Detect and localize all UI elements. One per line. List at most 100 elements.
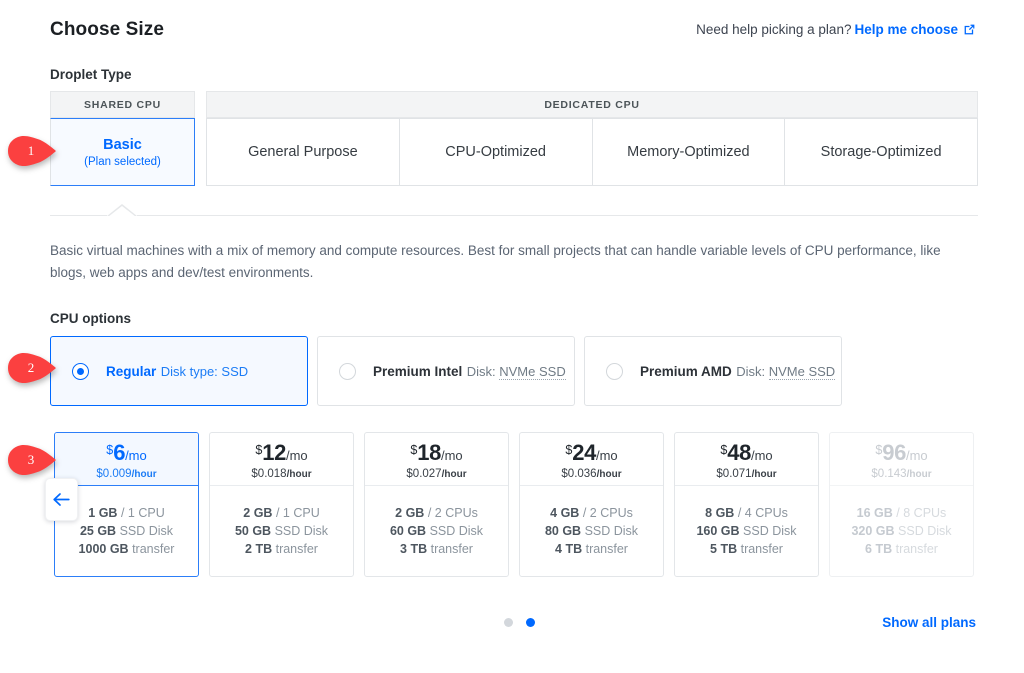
tab-basic-sublabel: (Plan selected) xyxy=(84,155,161,168)
plan-card-48-disk-label: SSD Disk xyxy=(743,524,797,538)
plan-card-18-disk-label: SSD Disk xyxy=(429,524,484,538)
plan-card-48-disk-line: 160 GB SSD Disk xyxy=(696,524,796,538)
plan-card-24-transfer: 4 TB xyxy=(555,542,583,556)
cpu-option-premium-amd-disk-prefix: Disk: xyxy=(736,363,766,379)
page-title: Choose Size xyxy=(50,19,165,40)
shared-cpu-tab-row: Basic (Plan selected) xyxy=(50,118,195,186)
plan-card-96[interactable]: $96/mo $0.143/hour 16 GB / 8 CPUs 320 GB… xyxy=(829,432,974,577)
divider-line-right xyxy=(137,215,978,216)
plan-card-96-hourly: $0.143/hour xyxy=(871,468,931,480)
tab-basic-label: Basic xyxy=(103,136,142,153)
plan-card-48-amount: 48 xyxy=(727,440,751,465)
plan-card-48-transfer-label: transfer xyxy=(740,542,783,556)
cpu-option-regular[interactable]: Regular Disk type: SSD xyxy=(50,336,308,406)
plan-card-12-hourly-price: $0.018 xyxy=(251,468,287,480)
plan-card-12-transfer: 2 TB xyxy=(245,542,273,556)
tab-general-purpose[interactable]: General Purpose xyxy=(206,118,400,186)
carousel-prev-button[interactable] xyxy=(45,478,78,521)
plan-card-18-hourly-unit: /hour xyxy=(441,469,467,480)
droplet-type-description: Basic virtual machines with a mix of mem… xyxy=(50,243,941,280)
plan-card-48-memory-cpu: 8 GB / 4 CPUs xyxy=(705,506,788,520)
tab-memory-optimized[interactable]: Memory-Optimized xyxy=(592,118,786,186)
cpu-option-premium-intel-text: Premium Intel Disk: NVMe SSD xyxy=(373,362,566,381)
plan-card-24-disk-label: SSD Disk xyxy=(584,524,639,538)
radio-premium-amd[interactable] xyxy=(606,362,623,380)
plan-card-96-hourly-price: $0.143 xyxy=(871,468,907,480)
cpu-option-regular-disk-prefix: Disk type: xyxy=(160,363,218,379)
plan-card-18-price: $18/mo xyxy=(410,438,462,468)
droplet-type-tabs: SHARED CPU Basic (Plan selected) DEDICAT… xyxy=(50,91,978,186)
plan-card-24-body: 4 GB / 2 CPUs 80 GB SSD Disk 4 TB transf… xyxy=(520,486,663,576)
cpu-option-premium-amd[interactable]: Premium AMD Disk: NVMe SSD xyxy=(584,336,842,406)
annotation-pin-2: 2 xyxy=(6,351,62,385)
plan-card-48-hourly: $0.071/hour xyxy=(716,468,776,480)
plan-card-12[interactable]: $12/mo $0.018/hour 2 GB / 1 CPU 50 GB SS… xyxy=(209,432,354,577)
annotation-pin-2-number: 2 xyxy=(27,360,35,375)
cpu-options-row: Regular Disk type: SSD Premium Intel Dis… xyxy=(50,336,842,406)
plan-card-18[interactable]: $18/mo $0.027/hour 2 GB / 2 CPUs 60 GB S… xyxy=(364,432,509,577)
radio-regular[interactable] xyxy=(72,362,89,380)
tab-group-shared-cpu: SHARED CPU Basic (Plan selected) xyxy=(50,91,195,186)
plan-card-48-period: /mo xyxy=(750,448,773,463)
plan-card-18-hourly-price: $0.027 xyxy=(406,468,442,480)
tab-group-dedicated-cpu: DEDICATED CPU General Purpose CPU-Optimi… xyxy=(206,91,978,186)
plan-card-6-amount: 6 xyxy=(113,440,126,465)
plan-card-48-transfer: 5 TB xyxy=(710,542,738,556)
cpu-option-premium-intel-disk-prefix: Disk: xyxy=(466,363,496,379)
cpu-option-premium-amd-disk: Disk: NVMe SSD xyxy=(736,363,836,380)
plan-card-48-disk: 160 GB xyxy=(696,524,740,538)
plan-card-24-transfer-label: transfer xyxy=(585,542,628,556)
plan-card-96-transfer: 6 TB xyxy=(865,542,893,556)
plan-card-6-transfer: 1000 GB xyxy=(78,542,129,556)
plan-card-24-hourly-price: $0.036 xyxy=(561,468,597,480)
plan-card-96-disk-label: SSD Disk xyxy=(898,524,952,538)
annotation-pin-1-number: 1 xyxy=(27,143,35,158)
plan-card-12-disk: 50 GB xyxy=(234,524,272,538)
help-question-text: Need help picking a plan? xyxy=(696,22,852,37)
plan-card-12-memory-cpu: 2 GB / 1 CPU xyxy=(243,506,319,520)
show-all-plans-link[interactable]: Show all plans xyxy=(882,615,976,630)
plan-card-18-disk-line: 60 GB SSD Disk xyxy=(390,524,483,538)
help-me-choose-link[interactable]: Help me choose xyxy=(854,22,958,37)
plan-card-24-memory: 4 GB xyxy=(550,506,580,520)
carousel-pagination-dots xyxy=(504,618,535,627)
tab-storage-optimized[interactable]: Storage-Optimized xyxy=(785,118,978,186)
plan-card-24-hourly: $0.036/hour xyxy=(561,468,621,480)
cpu-option-regular-name: Regular xyxy=(106,363,157,379)
plan-card-48[interactable]: $48/mo $0.071/hour 8 GB / 4 CPUs 160 GB … xyxy=(674,432,819,577)
plan-card-18-head: $18/mo $0.027/hour xyxy=(365,433,508,486)
carousel-dot-1[interactable] xyxy=(504,618,513,627)
tab-general-purpose-label: General Purpose xyxy=(248,144,358,160)
cpu-option-premium-amd-name: Premium AMD xyxy=(640,363,732,379)
arrow-left-icon xyxy=(52,492,71,507)
plan-card-48-transfer-line: 5 TB transfer xyxy=(710,542,783,556)
notch-triangle-fill xyxy=(108,206,136,217)
plan-card-24-transfer-line: 4 TB transfer xyxy=(555,542,628,556)
plan-card-6-disk: 25 GB xyxy=(79,524,117,538)
tab-basic[interactable]: Basic (Plan selected) xyxy=(50,118,195,186)
plan-card-48-body: 8 GB / 4 CPUs 160 GB SSD Disk 5 TB trans… xyxy=(675,486,818,576)
plan-card-96-amount: 96 xyxy=(882,440,906,465)
plan-card-48-hourly-price: $0.071 xyxy=(716,468,752,480)
help-picking-plan: Need help picking a plan? Help me choose xyxy=(696,22,976,37)
plan-card-12-head: $12/mo $0.018/hour xyxy=(210,433,353,486)
plan-card-96-disk: 320 GB xyxy=(851,524,895,538)
cpu-option-premium-amd-text: Premium AMD Disk: NVMe SSD xyxy=(640,362,836,381)
droplet-type-label: Droplet Type xyxy=(50,67,132,82)
radio-premium-intel[interactable] xyxy=(339,362,356,380)
plan-card-48-hourly-unit: /hour xyxy=(751,469,777,480)
carousel-dot-2[interactable] xyxy=(526,618,535,627)
plan-card-96-disk-line: 320 GB SSD Disk xyxy=(851,524,951,538)
tab-cpu-optimized-label: CPU-Optimized xyxy=(445,144,546,160)
plan-card-24-hourly-unit: /hour xyxy=(596,469,622,480)
plan-card-96-head: $96/mo $0.143/hour xyxy=(830,433,973,486)
plan-card-6-price: $6/mo xyxy=(106,438,146,468)
plan-card-24[interactable]: $24/mo $0.036/hour 4 GB / 2 CPUs 80 GB S… xyxy=(519,432,664,577)
plan-card-18-memory: 2 GB xyxy=(395,506,425,520)
plan-card-24-memory-cpu: 4 GB / 2 CPUs xyxy=(550,506,633,520)
plan-card-24-disk-line: 80 GB SSD Disk xyxy=(545,524,638,538)
plan-card-12-price: $12/mo xyxy=(255,438,307,468)
plan-card-6-transfer-label: transfer xyxy=(132,542,175,556)
tab-cpu-optimized[interactable]: CPU-Optimized xyxy=(399,118,593,186)
cpu-option-premium-intel[interactable]: Premium Intel Disk: NVMe SSD xyxy=(317,336,575,406)
